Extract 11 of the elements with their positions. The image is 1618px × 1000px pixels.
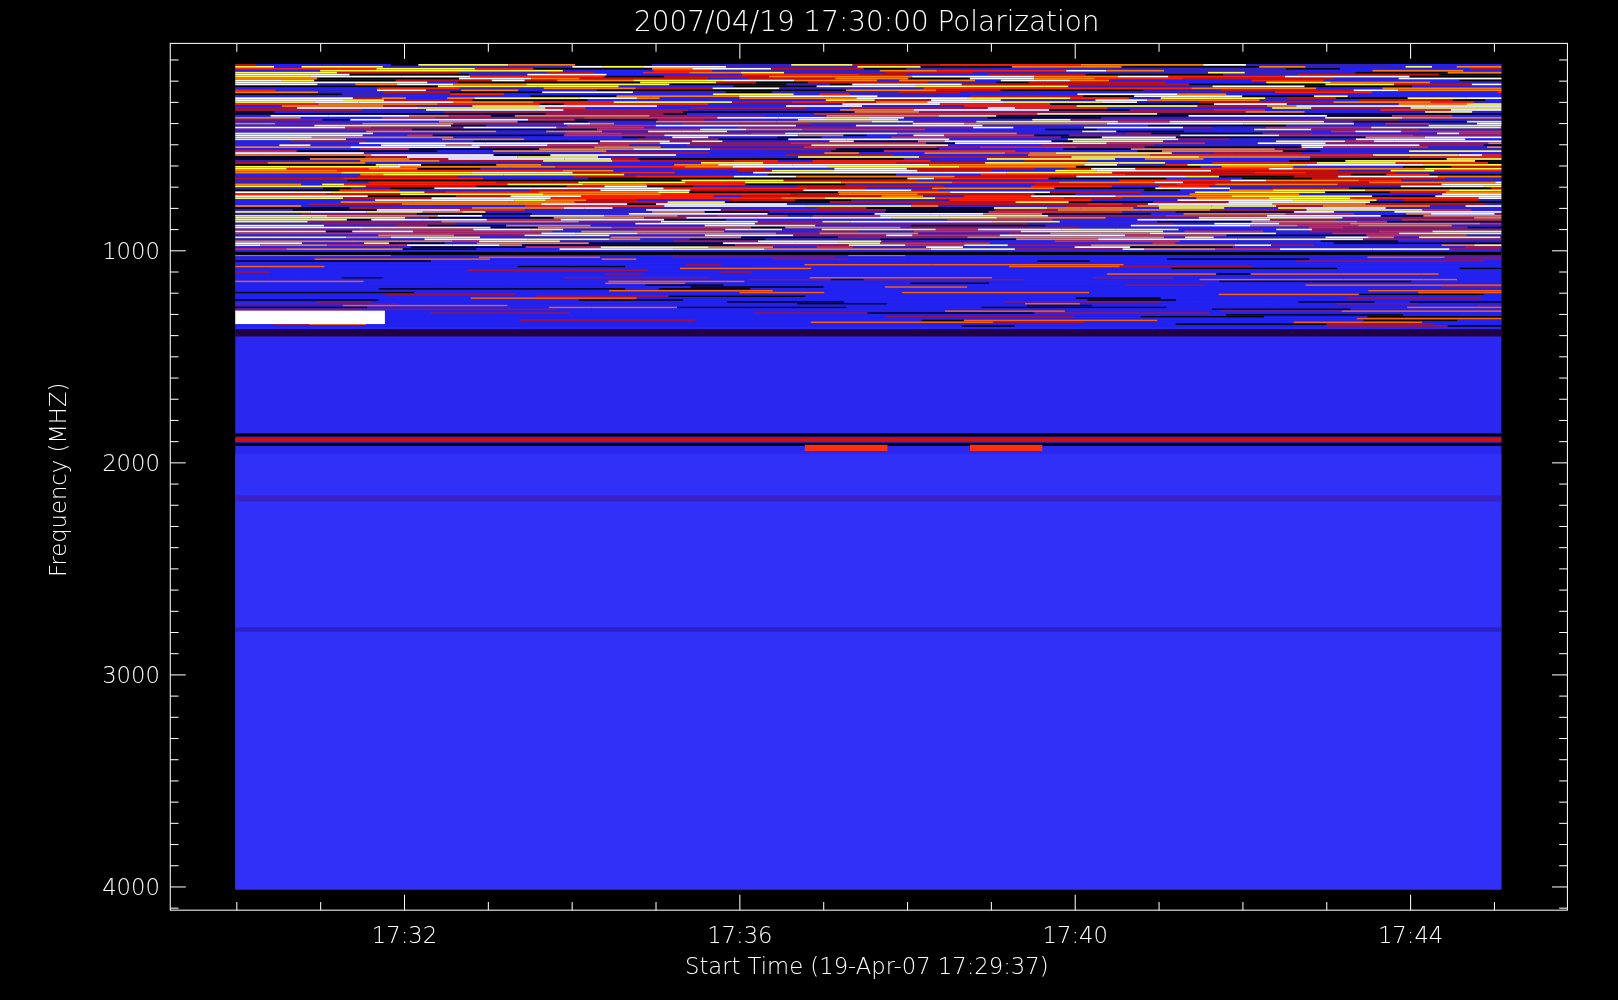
y-tick-label: 1000 xyxy=(102,238,160,265)
y-tick-label: 2000 xyxy=(102,450,160,477)
y-axis-label: Frequency (MHZ) xyxy=(45,382,72,578)
x-tick-label: 17:40 xyxy=(1042,922,1108,949)
chart-title: 2007/04/19 17:30:00 Polarization xyxy=(634,5,1100,38)
y-tick-label: 4000 xyxy=(102,874,160,901)
y-tick-label: 3000 xyxy=(102,662,160,689)
x-tick-label: 17:32 xyxy=(371,922,438,949)
x-axis-label: Start Time (19-Apr-07 17:29:37) xyxy=(685,953,1049,980)
x-tick-label: 17:36 xyxy=(707,922,773,949)
x-tick-label: 17:44 xyxy=(1377,922,1444,949)
